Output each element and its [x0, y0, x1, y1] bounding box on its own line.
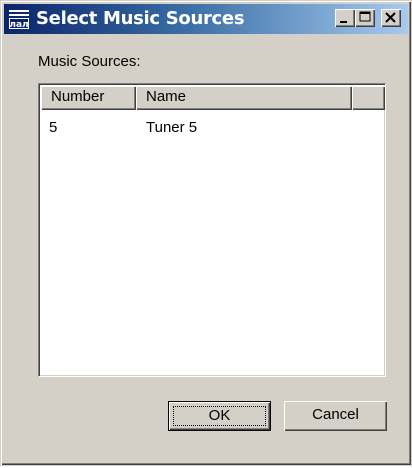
- maximize-button[interactable]: [355, 9, 375, 27]
- close-button[interactable]: [381, 9, 401, 27]
- title-bar[interactable]: лал Select Music Sources: [4, 4, 408, 34]
- music-sources-label: Music Sources:: [38, 53, 141, 70]
- svg-text:лал: лал: [9, 20, 28, 29]
- dialog-window: лал Select Music Sources Music Sources: …: [0, 0, 412, 466]
- cancel-button[interactable]: Cancel: [284, 401, 387, 431]
- column-header-name[interactable]: Name: [136, 86, 352, 110]
- close-icon: [385, 12, 396, 23]
- minimize-icon: [340, 21, 347, 23]
- ok-button-label: OK: [208, 407, 231, 424]
- row-number: 5: [49, 119, 58, 136]
- ok-button[interactable]: OK: [168, 401, 271, 431]
- list-row[interactable]: 5 Tuner 5: [41, 110, 385, 136]
- minimize-button[interactable]: [335, 9, 355, 27]
- column-header-number[interactable]: Number: [41, 86, 136, 110]
- app-icon: лал: [9, 9, 29, 30]
- music-sources-list[interactable]: Number Name 5 Tuner 5: [38, 83, 386, 377]
- row-name: Tuner 5: [146, 119, 198, 136]
- maximize-icon: [359, 11, 371, 22]
- column-header-filler: [352, 86, 385, 110]
- list-body: 5 Tuner 5: [41, 110, 385, 136]
- list-header: Number Name: [41, 86, 385, 110]
- window-title: Select Music Sources: [36, 8, 245, 29]
